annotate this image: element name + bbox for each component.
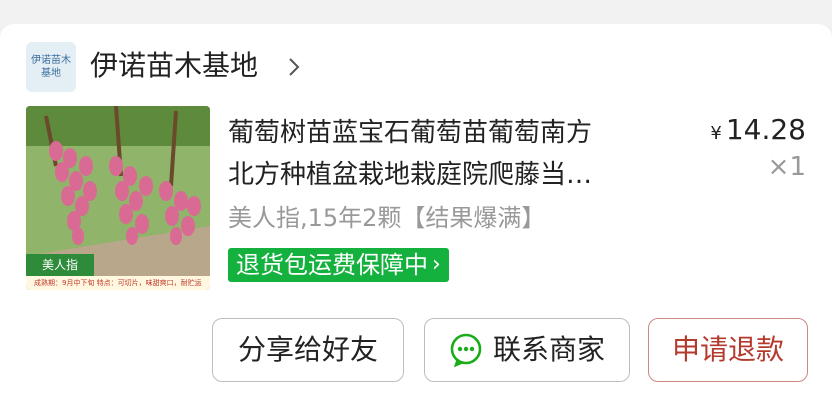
chat-bubble-icon [450,333,482,367]
product-thumbnail[interactable]: 美人指 成熟期：9月中下旬 特点：可切片，味甜爽口，耐贮运 [26,106,210,290]
product-title[interactable]: 葡萄树苗蓝宝石葡萄苗葡萄南方 北方种植盆栽地栽庭院爬藤当… [228,112,678,196]
currency-symbol: ¥ [710,123,722,144]
chevron-right-icon[interactable] [282,55,306,79]
store-logo-line1: 伊诺苗木 [31,55,71,66]
request-refund-button[interactable]: 申请退款 [648,318,808,382]
store-name[interactable]: 伊诺苗木基地 [90,46,258,86]
product-quantity: ×1 [767,152,806,182]
return-shipping-badge[interactable]: 退货包运费保障中 › [228,248,449,282]
store-logo-line2: 基地 [41,68,61,79]
chevron-right-icon: › [432,252,441,277]
price-value: 14.28 [725,113,806,146]
store-logo[interactable]: 伊诺苗木 基地 [26,42,76,92]
product-spec: 美人指,15年2颗【结果爆满】 [228,204,546,232]
contact-seller-label: 联系商家 [492,333,605,366]
thumbnail-variety-tag: 美人指 [26,254,95,276]
product-title-line1: 葡萄树苗蓝宝石葡萄苗葡萄南方 [228,118,593,148]
product-title-line2: 北方种植盆栽地栽庭院爬藤当… [228,160,593,190]
contact-seller-button[interactable]: 联系商家 [424,318,630,382]
badge-label: 退货包运费保障中 [236,251,428,279]
share-button[interactable]: 分享给好友 [212,318,404,382]
thumbnail-caption: 成熟期：9月中下旬 特点：可切片，味甜爽口，耐贮运 [26,276,210,290]
product-price: ¥14.28 [710,112,806,152]
